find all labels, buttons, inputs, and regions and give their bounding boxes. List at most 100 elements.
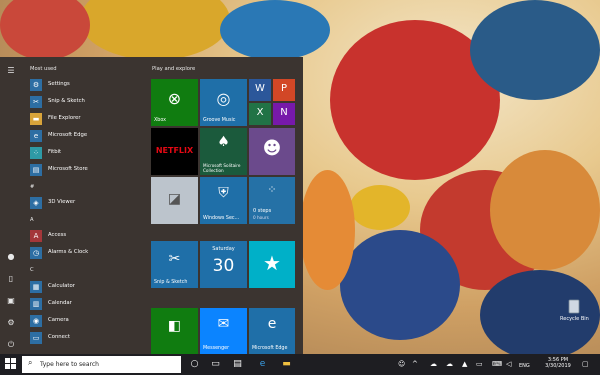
tile-powerpoint[interactable]: P <box>273 79 295 101</box>
file-explorer-taskbar-icon[interactable]: ▬ <box>280 358 293 371</box>
battery-icon[interactable]: ▭ <box>476 360 483 369</box>
tile-groove-music[interactable]: ◎ Groove Music <box>200 79 247 126</box>
umbrella-blue-2 <box>470 0 600 100</box>
connect-icon: ▭ <box>30 332 42 344</box>
pictures-icon[interactable]: ▣ <box>5 295 17 307</box>
start-left-rail: ☰ ● ▯ ▣ ⚙ ⏻ <box>0 57 22 354</box>
edge-tile-icon: e <box>267 316 277 332</box>
umbrella-orange-2 <box>300 170 355 290</box>
tile-game-character[interactable]: ☻ <box>249 128 295 175</box>
store-taskbar-icon[interactable]: ▤ <box>231 358 244 371</box>
start-button[interactable] <box>4 358 17 371</box>
hamburger-menu-icon[interactable]: ☰ <box>5 65 17 77</box>
tile-word[interactable]: W <box>249 79 271 101</box>
tile-microsoft-edge[interactable]: e Microsoft Edge <box>249 308 295 354</box>
app-snip-sketch[interactable]: ✂ Snip & Sketch <box>30 95 138 109</box>
cortana-icon[interactable]: ○ <box>188 358 201 371</box>
tiles-group-header: Play and explore <box>152 66 196 72</box>
cloud-icon[interactable]: ☁ <box>430 360 437 369</box>
tile-messenger[interactable]: ✉ Messenger <box>200 308 247 354</box>
app-alarms-clock[interactable]: ◷ Alarms & Clock <box>30 246 138 260</box>
word-icon: W <box>255 83 265 94</box>
most-used-header: Most used <box>30 66 57 72</box>
app-calculator[interactable]: ▦ Calculator <box>30 280 138 294</box>
tile-pc-manager[interactable]: ◧ <box>151 308 198 354</box>
windows-logo-icon <box>5 358 16 369</box>
folder-icon: ▬ <box>30 113 42 125</box>
search-box[interactable]: ⌕ Type here to search <box>22 356 181 373</box>
section-header-hash[interactable]: # <box>30 184 34 190</box>
section-header-c[interactable]: C <box>30 267 34 273</box>
app-connect[interactable]: ▭ Connect <box>30 331 138 345</box>
shield-icon: ⛨ <box>218 185 229 201</box>
recycle-bin[interactable] <box>566 298 582 314</box>
task-view-icon[interactable]: ▭ <box>209 358 222 371</box>
xbox-icon: ⊗ <box>167 89 182 108</box>
language-indicator[interactable]: ENG <box>519 362 530 371</box>
umbrella-yellow <box>350 185 410 230</box>
search-icon: ⌕ <box>28 358 33 367</box>
settings-rail-icon[interactable]: ⚙ <box>5 317 17 329</box>
recycle-bin-icon <box>568 299 580 314</box>
user-avatar-icon[interactable]: ● <box>5 251 17 263</box>
app-microsoft-edge[interactable]: e Microsoft Edge <box>30 129 138 143</box>
umbrella-blue-4 <box>220 0 330 60</box>
access-icon: A <box>30 230 42 242</box>
volume-icon[interactable]: ◁ <box>506 360 511 369</box>
camera-icon: ◉ <box>30 315 42 327</box>
app-3d-viewer[interactable]: ◈ 3D Viewer <box>30 196 138 210</box>
documents-icon[interactable]: ▯ <box>5 273 17 285</box>
edge-taskbar-icon[interactable]: e <box>256 358 269 371</box>
photo-icon: ◪ <box>167 191 182 207</box>
tile-news-photo[interactable]: ◪ <box>151 177 198 224</box>
netflix-logo: NETFLIX <box>155 146 194 155</box>
footsteps-icon: ⁘ <box>267 183 277 196</box>
calculator-icon: ▦ <box>30 281 42 293</box>
tile-calendar[interactable]: Saturday 30 <box>200 241 247 288</box>
notification-center-icon[interactable]: ▢ <box>582 360 589 369</box>
tile-onenote[interactable]: N <box>273 103 295 125</box>
chevron-up-icon[interactable]: ^ <box>412 360 418 369</box>
umbrella-orange <box>490 150 600 270</box>
clock[interactable]: 3:56 PM 3/30/2019 <box>545 357 571 369</box>
star-icon: ★ <box>263 251 281 275</box>
tile-fitbit-steps[interactable]: ⁘ 0 steps 0 hours <box>249 177 295 224</box>
tile-xbox[interactable]: ⊗ Xbox <box>151 79 198 126</box>
recycle-bin-label: Recycle Bin <box>560 316 589 322</box>
snip-tile-icon: ✂ <box>168 251 181 267</box>
app-settings[interactable]: ⚙ Settings <box>30 78 138 92</box>
tile-favorites[interactable]: ★ <box>249 241 295 288</box>
app-fitbit[interactable]: ⁘ Fitbit <box>30 146 138 160</box>
section-header-a[interactable]: A <box>30 217 34 223</box>
umbrella-yellow-2 <box>80 0 230 60</box>
umbrella-red-3 <box>0 0 90 60</box>
tile-excel[interactable]: X <box>249 103 271 125</box>
power-icon[interactable]: ⏻ <box>5 339 17 351</box>
app-microsoft-store[interactable]: ▤ Microsoft Store <box>30 163 138 177</box>
calendar-icon: ▥ <box>30 298 42 310</box>
app-access[interactable]: A Access <box>30 229 138 243</box>
game-character-icon: ☻ <box>262 138 282 159</box>
tile-netflix[interactable]: NETFLIX <box>151 128 198 175</box>
umbrella-blue-3 <box>480 270 600 360</box>
app-list: Most used ⚙ Settings ✂ Snip & Sketch ▬ File… <box>22 57 140 354</box>
onedrive-icon[interactable]: ☁ <box>446 360 453 369</box>
onenote-icon: N <box>280 107 288 118</box>
snip-icon: ✂ <box>30 96 42 108</box>
keyboard-icon[interactable]: ⌨ <box>492 360 502 369</box>
tile-snip-sketch[interactable]: ✂ Snip & Sketch <box>151 241 198 288</box>
taskbar: ⌕ Type here to search ○ ▭ ▤ e ▬ ☺ ^ ☁ ☁ … <box>0 354 600 375</box>
tile-solitaire[interactable]: ♠ Microsoft Solitaire Collection <box>200 128 247 175</box>
fitbit-icon: ⁘ <box>30 147 42 159</box>
clock-date: 3/30/2019 <box>545 363 571 369</box>
cube-icon: ◈ <box>30 197 42 209</box>
app-file-explorer[interactable]: ▬ File Explorer <box>30 112 138 126</box>
messenger-icon: ✉ <box>217 316 230 332</box>
umbrella-blue <box>340 230 460 340</box>
tile-windows-security[interactable]: ⛨ Windows Sec... <box>200 177 247 224</box>
app-calendar[interactable]: ▥ Calendar <box>30 297 138 311</box>
store-icon: ▤ <box>30 164 42 176</box>
people-icon[interactable]: ☺ <box>398 360 405 369</box>
app-camera[interactable]: ◉ Camera <box>30 314 138 328</box>
network-icon[interactable]: ▲ <box>462 360 467 369</box>
